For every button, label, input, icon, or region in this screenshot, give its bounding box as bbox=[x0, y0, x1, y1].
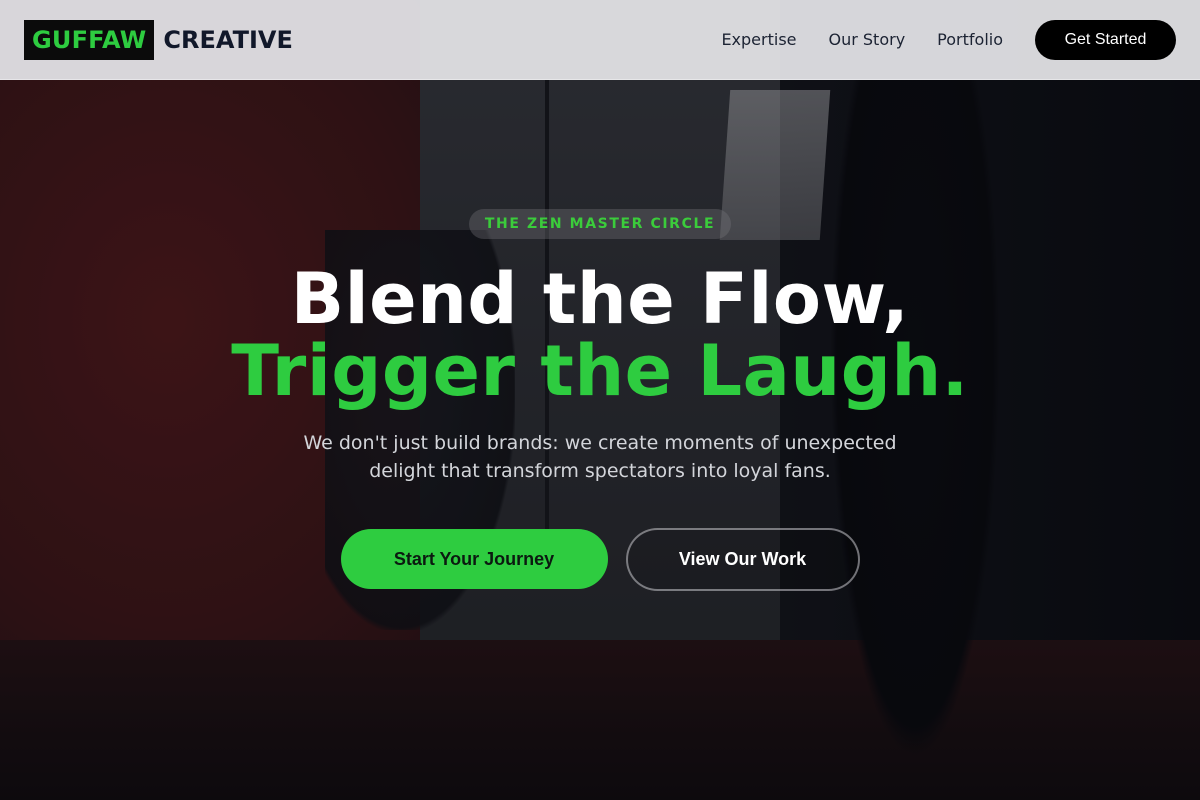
start-journey-button[interactable]: Start Your Journey bbox=[340, 529, 608, 589]
nav-link-our-story[interactable]: Our Story bbox=[829, 30, 906, 49]
site-header: GUFFAW CREATIVE Expertise Our Story Port… bbox=[0, 0, 1200, 80]
hero-buttons: Start Your Journey View Our Work bbox=[340, 528, 860, 591]
hero-subtitle: We don't just build brands: we create mo… bbox=[303, 432, 897, 482]
hero-section: THE ZEN MASTER CIRCLE Blend the Flow, Tr… bbox=[0, 80, 1200, 800]
logo-wordmark: CREATIVE bbox=[163, 25, 293, 54]
logo-mark: GUFFAW bbox=[24, 19, 155, 60]
hero-badge: THE ZEN MASTER CIRCLE bbox=[468, 209, 732, 239]
hero-title-line-1: Blend the Flow, bbox=[290, 258, 910, 340]
get-started-button[interactable]: Get Started bbox=[1035, 19, 1176, 60]
nav-link-expertise[interactable]: Expertise bbox=[721, 30, 796, 49]
nav-link-portfolio[interactable]: Portfolio bbox=[937, 30, 1003, 49]
logo[interactable]: GUFFAW CREATIVE bbox=[24, 19, 293, 60]
main-nav: Expertise Our Story Portfolio Get Starte… bbox=[721, 19, 1176, 60]
hero-title-line-2: Trigger the Laugh. bbox=[231, 330, 969, 412]
view-work-button[interactable]: View Our Work bbox=[625, 528, 860, 591]
